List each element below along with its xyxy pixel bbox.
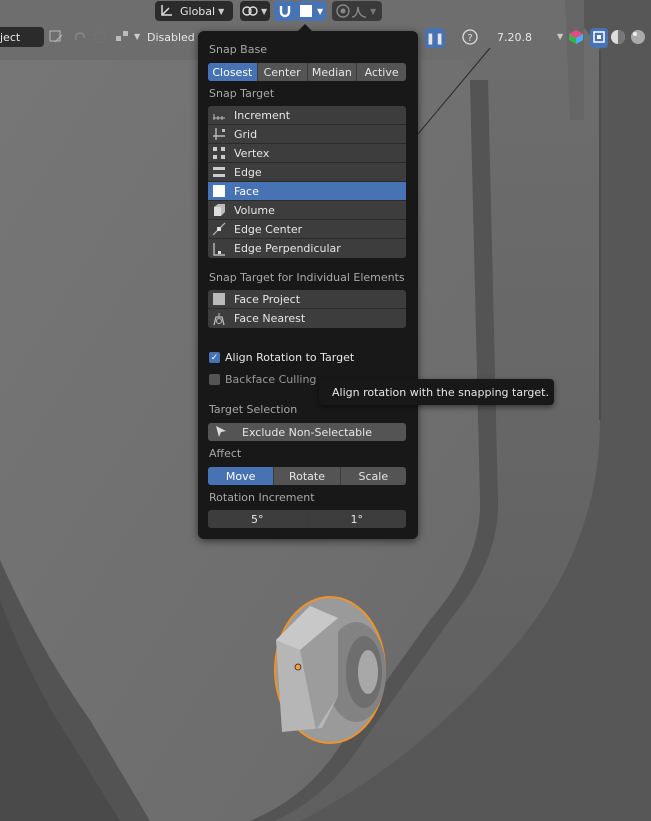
affect-scale[interactable]: Scale: [341, 467, 406, 485]
snap-target-list: Increment Grid Vertex Edge Face Volume E…: [208, 106, 406, 258]
chevron-down-icon: ▼: [370, 6, 377, 16]
chevron-down-icon: ▼: [317, 6, 324, 16]
face-icon: [212, 184, 226, 198]
cursor-arrow-icon: [213, 424, 229, 440]
checkbox-empty-icon: [209, 374, 220, 385]
exclude-label: Exclude Non-Selectable: [242, 425, 372, 439]
loop-icon[interactable]: [72, 29, 88, 45]
volume-icon: [212, 203, 226, 217]
snap-target-edge[interactable]: Edge: [208, 163, 406, 182]
individual-elements-label: Snap Target for Individual Elements: [209, 271, 405, 284]
affect-segmented: Move Rotate Scale: [208, 467, 406, 485]
affect-rotate[interactable]: Rotate: [274, 467, 341, 485]
affect-label: Affect: [209, 447, 242, 460]
edge-icon: [212, 165, 226, 179]
axes-icon: [158, 3, 174, 19]
snap-target-edge-perpendicular[interactable]: Edge Perpendicular: [208, 239, 406, 258]
increment-icon: [212, 108, 226, 122]
proportional-edit-icon: [335, 3, 351, 19]
rotation-increment-label: Rotation Increment: [209, 491, 315, 504]
snap-base-closest[interactable]: Closest: [208, 63, 258, 81]
proportional-editing-group[interactable]: ▼: [332, 1, 382, 21]
orientation-dropdown[interactable]: Global ▼: [155, 1, 233, 21]
version-label: 7.20.8: [497, 31, 532, 44]
grid-icon: [212, 127, 226, 141]
snap-base-segmented: Closest Center Median Active: [208, 63, 406, 81]
snap-toggle[interactable]: [274, 1, 296, 21]
snap-target-edge-center[interactable]: Edge Center: [208, 220, 406, 239]
snap-base-center[interactable]: Center: [258, 63, 308, 81]
snap-target-face[interactable]: Face: [208, 182, 406, 201]
mode-dropdown[interactable]: ject: [0, 27, 44, 47]
target-selection-label: Target Selection: [209, 403, 298, 416]
falloff-status: Disabled: [147, 31, 195, 44]
face-project-icon: [212, 292, 226, 306]
snap-base-active[interactable]: Active: [357, 63, 406, 81]
backface-culling-checkbox[interactable]: Backface Culling: [209, 373, 316, 386]
xray-toggle[interactable]: [590, 28, 608, 48]
pause-button[interactable]: ❚❚: [425, 28, 445, 48]
header-row-transform: Global ▼ ▼ ▼ ▼: [0, 0, 651, 24]
chevron-down-icon: ▼: [218, 6, 225, 16]
xray-icon: [593, 30, 605, 46]
vertex-icon: [212, 146, 226, 160]
rotation-increment-field[interactable]: 5°: [208, 510, 308, 528]
mode-label: ject: [0, 30, 21, 44]
material-shading-icon[interactable]: [630, 29, 646, 45]
face-nearest-option[interactable]: Face Nearest: [208, 309, 406, 328]
grid-snap-icon[interactable]: [92, 29, 108, 45]
chevron-down-icon: ▼: [134, 32, 141, 41]
edge-perpendicular-icon: [212, 242, 226, 256]
rotation-increment-fields: 5° 1°: [208, 510, 406, 528]
mirror-icon[interactable]: [114, 29, 130, 45]
svg-text:?: ?: [467, 33, 472, 44]
individual-targets-list: Face Project Face Nearest: [208, 290, 406, 328]
nut-object: [274, 596, 386, 744]
backface-culling-label: Backface Culling: [225, 373, 317, 386]
color-cube-icon[interactable]: [568, 29, 584, 45]
snap-target-volume[interactable]: Volume: [208, 201, 406, 220]
snap-target-vertex[interactable]: Vertex: [208, 144, 406, 163]
target-selection-dropdown[interactable]: Exclude Non-Selectable: [208, 423, 406, 441]
solid-shading-icon[interactable]: [610, 29, 626, 45]
snap-base-label: Snap Base: [209, 43, 267, 56]
face-snap-icon: [298, 3, 314, 19]
chevron-down-icon[interactable]: ▼: [557, 32, 563, 41]
face-nearest-icon: [212, 312, 226, 326]
align-rotation-label: Align Rotation to Target: [225, 351, 355, 364]
magnet-icon: [277, 3, 293, 19]
link-icon: [242, 3, 258, 19]
popover-notch: [297, 24, 313, 32]
snap-settings-popover: Snap Base Closest Center Median Active S…: [198, 24, 418, 539]
help-icon[interactable]: ?: [462, 29, 478, 45]
orientation-label: Global: [180, 4, 216, 18]
affect-move[interactable]: Move: [208, 467, 275, 485]
snap-target-dropdown[interactable]: ▼: [296, 1, 326, 21]
pivot-dropdown[interactable]: ▼: [240, 1, 270, 21]
snap-base-median[interactable]: Median: [308, 63, 358, 81]
falloff-curve-icon: [351, 3, 367, 19]
chevron-down-icon: ▼: [261, 6, 268, 16]
snap-target-increment[interactable]: Increment: [208, 106, 406, 125]
checkmark-icon: ✓: [209, 352, 220, 363]
align-rotation-checkbox[interactable]: ✓ Align Rotation to Target: [209, 351, 354, 364]
align-rotation-tooltip: Align rotation with the snapping target.: [319, 379, 554, 405]
edge-center-icon: [212, 222, 226, 236]
edit-icon[interactable]: [48, 29, 64, 45]
pause-icon: ❚❚: [425, 31, 445, 45]
snap-target-label: Snap Target: [209, 87, 275, 100]
rotation-increment-precision-field[interactable]: 1°: [308, 510, 407, 528]
face-project-option[interactable]: Face Project: [208, 290, 406, 309]
snap-target-grid[interactable]: Grid: [208, 125, 406, 144]
